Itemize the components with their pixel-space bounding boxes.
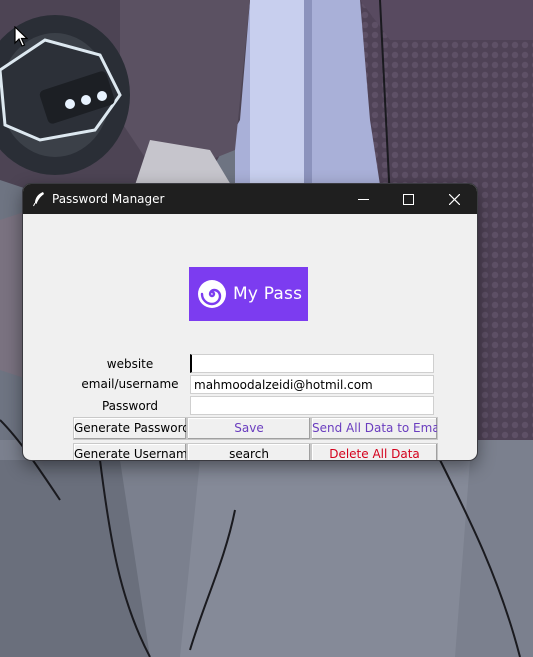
minimize-button[interactable] <box>340 184 386 214</box>
minimize-icon <box>357 198 369 200</box>
mouse-cursor-icon <box>14 26 28 47</box>
generate-password-button[interactable]: Generate Password <box>73 417 187 440</box>
email-username-label: email/username <box>81 377 179 391</box>
maximize-icon <box>402 193 414 205</box>
close-button[interactable] <box>431 184 477 214</box>
save-button[interactable]: Save <box>187 417 311 440</box>
logo-text: My Pass <box>233 284 303 304</box>
website-label: website <box>106 357 154 371</box>
window-title: Password Manager <box>52 192 165 206</box>
search-button[interactable]: search <box>187 443 311 460</box>
my-pass-logo: My Pass <box>189 267 308 321</box>
delete-all-data-button[interactable]: Delete All Data <box>311 443 438 460</box>
spiral-icon <box>198 280 226 308</box>
window-content: My Pass website email/username Password … <box>23 214 477 460</box>
close-icon <box>448 193 460 205</box>
maximize-button[interactable] <box>385 184 431 214</box>
password-manager-window: Password Manager My Pass website email/u… <box>23 184 477 460</box>
password-label: Password <box>101 399 159 413</box>
email-username-input[interactable] <box>190 375 434 394</box>
feather-icon <box>33 192 44 207</box>
generate-username-button[interactable]: Generate Username <box>73 443 187 460</box>
title-bar[interactable]: Password Manager <box>23 184 477 214</box>
password-input[interactable] <box>190 396 434 415</box>
send-all-data-to-email-button[interactable]: Send All Data to Email <box>311 417 438 440</box>
website-input[interactable] <box>190 354 434 373</box>
